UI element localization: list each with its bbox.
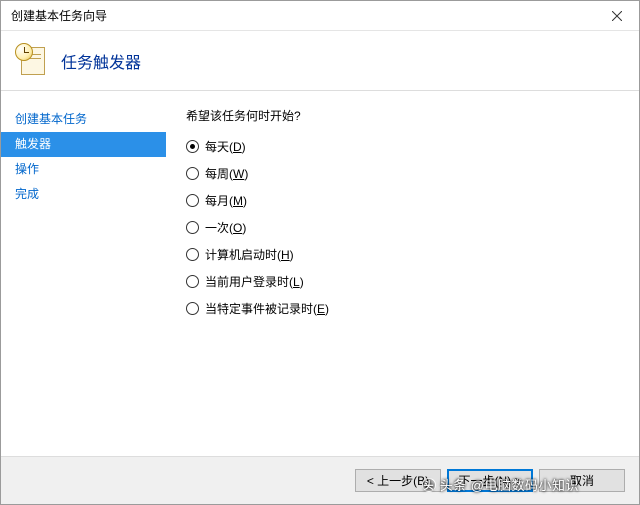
wizard-icon [17, 45, 49, 77]
radio-label: 一次(O) [205, 219, 246, 236]
radio-icon [186, 140, 199, 153]
wizard-footer: < 上一步(B) 下一步(N) > 取消 头 头条 @电脑数码小知识 [1, 456, 639, 504]
radio-icon [186, 275, 199, 288]
radio-label: 当前用户登录时(L) [205, 273, 304, 290]
trigger-option-2[interactable]: 每月(M) [186, 192, 629, 209]
sidebar-item-2[interactable]: 操作 [1, 157, 166, 182]
window-title: 创建基本任务向导 [1, 7, 594, 24]
trigger-option-4[interactable]: 计算机启动时(H) [186, 246, 629, 263]
radio-icon [186, 302, 199, 315]
trigger-option-1[interactable]: 每周(W) [186, 165, 629, 182]
sidebar-item-3[interactable]: 完成 [1, 182, 166, 207]
close-button[interactable] [594, 1, 639, 30]
radio-icon [186, 194, 199, 207]
wizard-sidebar: 创建基本任务触发器操作完成 [1, 91, 166, 456]
radio-icon [186, 221, 199, 234]
wizard-body: 创建基本任务触发器操作完成 希望该任务何时开始? 每天(D) 每周(W) 每月(M)… [1, 91, 639, 456]
radio-label: 每月(M) [205, 192, 247, 209]
radio-label: 每天(D) [205, 138, 246, 155]
trigger-radio-group: 每天(D) 每周(W) 每月(M) 一次(O) 计算机启动时(H) 当前用户登录时(L) 当… [186, 138, 629, 317]
back-button[interactable]: < 上一步(B) [355, 469, 441, 492]
next-button[interactable]: 下一步(N) > [447, 469, 533, 492]
trigger-question: 希望该任务何时开始? [186, 107, 629, 124]
radio-label: 每周(W) [205, 165, 248, 182]
wizard-header-title: 任务触发器 [61, 49, 141, 73]
close-icon [612, 11, 622, 21]
radio-icon [186, 248, 199, 261]
trigger-option-3[interactable]: 一次(O) [186, 219, 629, 236]
trigger-option-0[interactable]: 每天(D) [186, 138, 629, 155]
wizard-header: 任务触发器 [1, 31, 639, 91]
titlebar: 创建基本任务向导 [1, 1, 639, 31]
radio-label: 当特定事件被记录时(E) [205, 300, 329, 317]
cancel-button[interactable]: 取消 [539, 469, 625, 492]
sidebar-item-1[interactable]: 触发器 [1, 132, 166, 157]
radio-label: 计算机启动时(H) [205, 246, 294, 263]
sidebar-item-0[interactable]: 创建基本任务 [1, 107, 166, 132]
wizard-window: 创建基本任务向导 任务触发器 创建基本任务触发器操作完成 希望该任务何时开始? … [0, 0, 640, 505]
wizard-content: 希望该任务何时开始? 每天(D) 每周(W) 每月(M) 一次(O) 计算机启动时(H)… [166, 91, 639, 456]
trigger-option-6[interactable]: 当特定事件被记录时(E) [186, 300, 629, 317]
radio-icon [186, 167, 199, 180]
trigger-option-5[interactable]: 当前用户登录时(L) [186, 273, 629, 290]
